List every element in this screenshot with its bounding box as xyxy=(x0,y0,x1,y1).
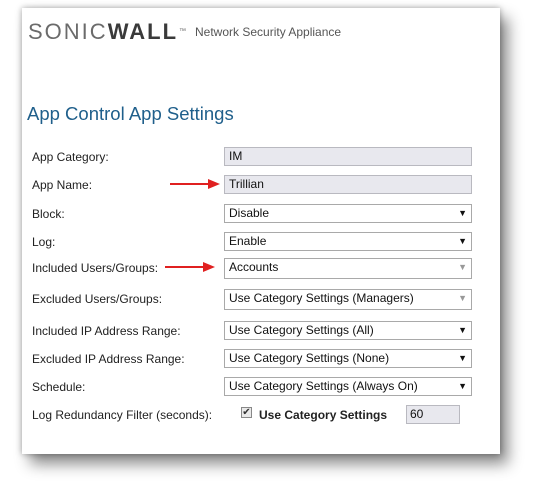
row-excluded-users: Excluded Users/Groups: Use Category Sett… xyxy=(22,289,500,311)
log-select[interactable]: Enable ▼ xyxy=(224,232,472,251)
excluded-ip-select[interactable]: Use Category Settings (None) ▼ xyxy=(224,349,472,368)
log-redundancy-seconds-input[interactable]: 60 xyxy=(406,405,460,424)
chevron-down-icon: ▼ xyxy=(458,325,467,335)
excluded-ip-label: Excluded IP Address Range: xyxy=(32,352,185,366)
row-app-name: App Name: Trillian xyxy=(22,175,500,197)
included-ip-value: Use Category Settings (All) xyxy=(229,323,374,337)
row-included-users: Included Users/Groups: Accounts ▼ xyxy=(22,258,500,280)
use-category-settings-checkbox[interactable]: ✔ xyxy=(241,407,252,418)
included-ip-select[interactable]: Use Category Settings (All) ▼ xyxy=(224,321,472,340)
schedule-label: Schedule: xyxy=(32,380,86,394)
app-name-field[interactable]: Trillian xyxy=(224,175,472,194)
app-name-label: App Name: xyxy=(32,178,93,192)
included-ip-label: Included IP Address Range: xyxy=(32,324,181,338)
excluded-ip-value: Use Category Settings (None) xyxy=(229,351,390,365)
product-name: Network Security Appliance xyxy=(195,25,342,39)
use-category-settings-label: Use Category Settings xyxy=(259,408,388,422)
logo-wall: WALL xyxy=(107,19,179,44)
row-block: Block: Disable ▼ xyxy=(22,204,500,226)
row-log-redundancy: Log Redundancy Filter (seconds): ✔ Use C… xyxy=(22,405,500,427)
chevron-down-icon: ▼ xyxy=(458,293,467,303)
app-category-field[interactable]: IM xyxy=(224,147,472,166)
log-label: Log: xyxy=(32,235,56,249)
log-value: Enable xyxy=(229,234,267,248)
schedule-value: Use Category Settings (Always On) xyxy=(229,379,418,393)
block-label: Block: xyxy=(32,207,65,221)
block-value: Disable xyxy=(229,206,270,220)
chevron-down-icon: ▼ xyxy=(458,262,467,272)
app-category-label: App Category: xyxy=(32,150,109,164)
excluded-users-value: Use Category Settings (Managers) xyxy=(229,291,414,305)
settings-panel: SONICWALL™ Network Security Appliance Ap… xyxy=(22,8,500,454)
logo-sonic: SONIC xyxy=(28,19,108,44)
logo-trademark: ™ xyxy=(179,28,189,35)
chevron-down-icon: ▼ xyxy=(458,236,467,246)
excluded-users-label: Excluded Users/Groups: xyxy=(32,292,163,306)
check-icon: ✔ xyxy=(242,407,251,418)
row-schedule: Schedule: Use Category Settings (Always … xyxy=(22,377,500,399)
excluded-users-select[interactable]: Use Category Settings (Managers) ▼ xyxy=(224,289,472,310)
sonicwall-logo: SONICWALL™ xyxy=(28,21,188,43)
page-title: App Control App Settings xyxy=(27,103,234,124)
chevron-down-icon: ▼ xyxy=(458,208,467,218)
row-included-ip: Included IP Address Range: Use Category … xyxy=(22,321,500,343)
row-app-category: App Category: IM xyxy=(22,147,500,169)
row-log: Log: Enable ▼ xyxy=(22,232,500,254)
included-users-select[interactable]: Accounts ▼ xyxy=(224,258,472,279)
included-users-label: Included Users/Groups: xyxy=(32,261,159,275)
header: SONICWALL™ Network Security Appliance xyxy=(22,8,500,60)
block-select[interactable]: Disable ▼ xyxy=(224,204,472,223)
included-users-value: Accounts xyxy=(229,260,279,274)
schedule-select[interactable]: Use Category Settings (Always On) ▼ xyxy=(224,377,472,396)
log-redundancy-label: Log Redundancy Filter (seconds): xyxy=(32,408,213,422)
red-arrow-icon xyxy=(165,262,215,272)
row-excluded-ip: Excluded IP Address Range: Use Category … xyxy=(22,349,500,371)
chevron-down-icon: ▼ xyxy=(458,353,467,363)
chevron-down-icon: ▼ xyxy=(458,381,467,391)
red-arrow-icon xyxy=(170,179,220,189)
